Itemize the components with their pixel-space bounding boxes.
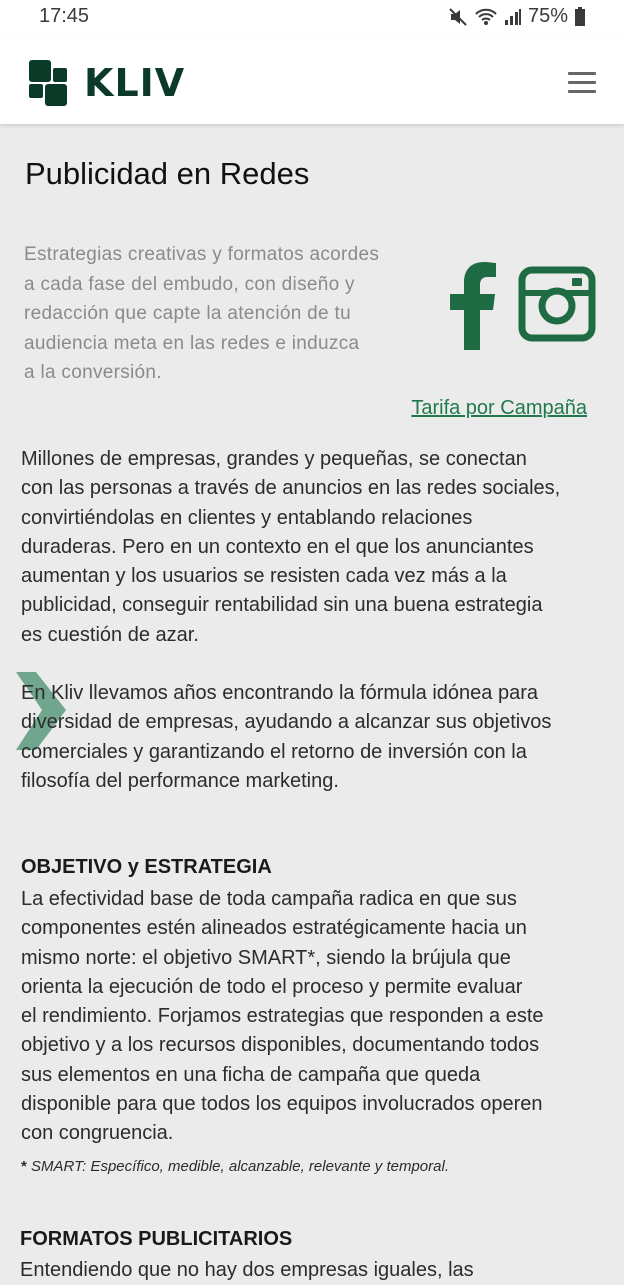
text-line: La efectividad base de toda campaña radi…: [21, 888, 517, 910]
intro-line: redacción que capte la atención de tu: [24, 303, 351, 324]
mute-icon: [448, 7, 468, 27]
status-icons: 75%: [448, 5, 586, 28]
footnote-text: SMART: Específico, medible, alcanzable, …: [26, 1158, 449, 1175]
battery-icon: [574, 6, 586, 27]
instagram-icon: [518, 266, 596, 347]
section-title-formatos: FORMATOS PUBLICITARIOS: [20, 1228, 293, 1250]
site-header: KLIV: [0, 34, 624, 124]
text-line: En Kliv llevamos años encontrando la fór…: [21, 682, 538, 704]
text-line: con las personas a través de anuncios en…: [21, 477, 561, 500]
paragraph-intro: Millones de empresas, grandes y pequeñas…: [21, 445, 611, 650]
logo-text: KLIV: [84, 61, 186, 105]
text-line: filosofía del performance marketing.: [21, 769, 339, 792]
battery-level: 75%: [527, 5, 568, 27]
text-line: aumentan y los usuarios se resisten cada…: [21, 565, 507, 588]
kliv-logo-icon: [29, 60, 67, 106]
text-line: comerciales y garantizando el retorno de…: [21, 740, 527, 763]
facebook-icon: [444, 258, 500, 355]
kliv-logo[interactable]: KLIV: [28, 59, 185, 107]
wifi-icon: [474, 7, 498, 27]
text-line: con congruencia.: [21, 1122, 174, 1145]
text-line: convirtiéndolas en clientes y entablando…: [21, 506, 473, 529]
text-line: Entendiendo que no hay dos empresas igua…: [20, 1259, 474, 1281]
text-line: diversidad de empresas, ayudando a alcan…: [21, 711, 552, 734]
text-line: disponible para que todos los equipos in…: [21, 1093, 543, 1116]
text-line: orienta la ejecución de todo el proceso …: [21, 975, 523, 998]
text-line: objetivo y a los recursos disponibles, d…: [21, 1034, 540, 1057]
intro-text: Estrategias creativas y formatos acordes…: [24, 240, 424, 388]
intro-line: Estrategias creativas y formatos acordes: [24, 244, 380, 265]
text-line: componentes estén alineados estratégicam…: [21, 917, 527, 940]
status-bar: 17:45 75%: [0, 0, 624, 34]
text-line: publicidad, conseguir rentabilidad sin u…: [21, 594, 543, 617]
text-line: sus elementos en una ficha de campaña qu…: [21, 1063, 481, 1086]
tarifa-por-campana-link[interactable]: Tarifa por Campaña: [411, 397, 587, 420]
smart-footnote: * SMART: Específico, medible, alcanzable…: [21, 1158, 449, 1175]
signal-icon: [504, 8, 522, 26]
section-title-objetivo: OBJETIVO y ESTRATEGIA: [21, 856, 272, 878]
text-line: Millones de empresas, grandes y pequeñas…: [21, 448, 527, 470]
text-line: duraderas. Pero en un contexto en el que…: [21, 535, 534, 558]
paragraph-objetivo: La efectividad base de toda campaña radi…: [21, 885, 611, 1149]
text-line: el rendimiento. Forjamos estrategias que…: [21, 1005, 544, 1028]
intro-line: a cada fase del embudo, con diseño y: [24, 273, 355, 295]
intro-line: a la conversión.: [24, 362, 162, 383]
text-line: es cuestión de azar.: [21, 623, 199, 646]
page-title: Publicidad en Redes: [25, 156, 310, 191]
status-time: 17:45: [39, 5, 90, 27]
paragraph-kliv: En Kliv llevamos años encontrando la fór…: [21, 679, 611, 796]
hamburger-menu-icon[interactable]: [568, 72, 596, 94]
intro-line: audiencia meta en las redes e induzca: [24, 332, 360, 354]
paragraph-formatos: Entendiendo que no hay dos empresas igua…: [20, 1256, 610, 1285]
text-line: mismo norte: el objetivo SMART*, siendo …: [21, 946, 511, 969]
